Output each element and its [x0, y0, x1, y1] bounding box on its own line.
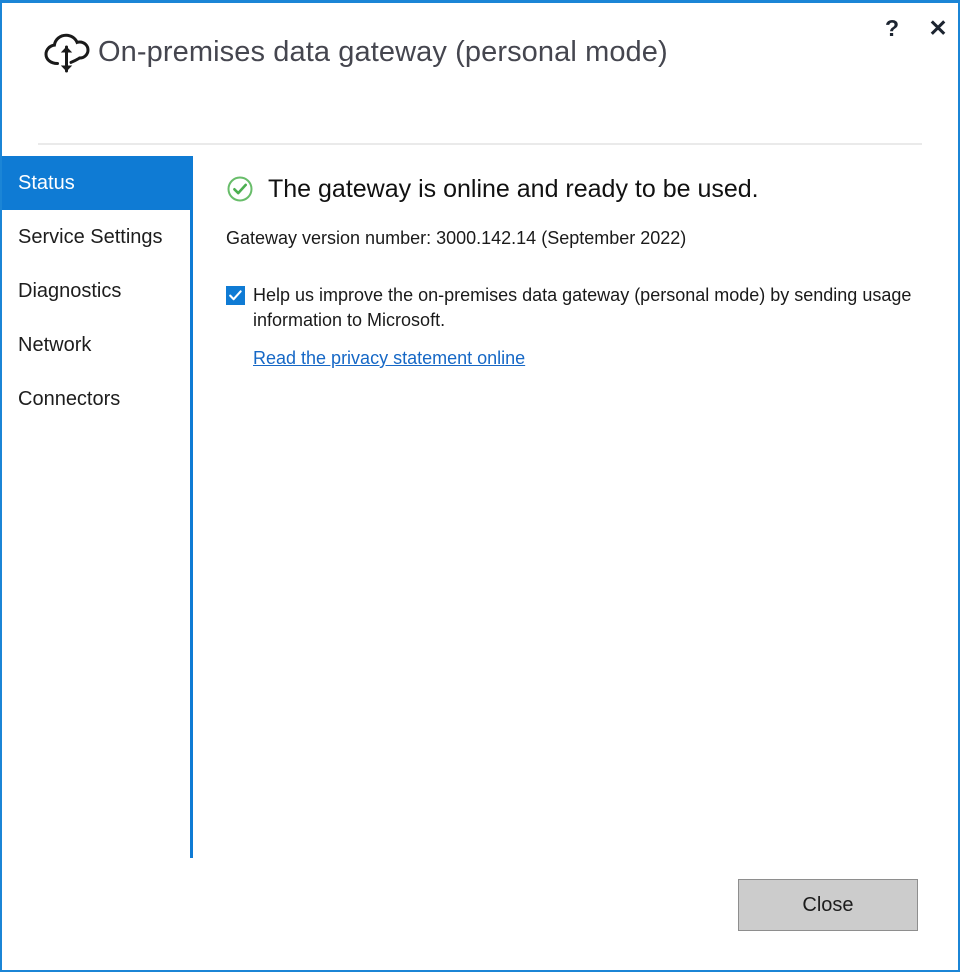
sidebar-item-label: Status [18, 172, 75, 195]
gateway-configuration-window: On-premises data gateway (personal mode)… [0, 0, 960, 972]
sidebar-item-connectors[interactable]: Connectors [2, 372, 192, 426]
sidebar-accent-rule [190, 156, 193, 858]
telemetry-consent-block: Help us improve the on-premises data gat… [226, 283, 926, 369]
close-icon[interactable]: ✕ [918, 11, 958, 45]
sidebar-nav: Status Service Settings Diagnostics Netw… [2, 156, 192, 426]
sidebar-item-service-settings[interactable]: Service Settings [2, 210, 192, 264]
sidebar-item-label: Service Settings [18, 226, 163, 249]
status-message: The gateway is online and ready to be us… [268, 175, 759, 204]
privacy-statement-link[interactable]: Read the privacy statement online [253, 348, 525, 369]
sidebar-item-label: Connectors [18, 388, 120, 411]
help-icon[interactable]: ? [872, 11, 912, 45]
telemetry-label: Help us improve the on-premises data gat… [253, 283, 933, 333]
sidebar-item-diagnostics[interactable]: Diagnostics [2, 264, 192, 318]
sidebar-item-label: Diagnostics [18, 280, 121, 303]
status-row: The gateway is online and ready to be us… [226, 169, 926, 209]
green-check-circle-icon [226, 175, 254, 203]
status-panel: The gateway is online and ready to be us… [226, 169, 926, 369]
gateway-version-text: Gateway version number: 3000.142.14 (Sep… [226, 228, 926, 249]
close-button[interactable]: Close [738, 879, 918, 931]
page-title: On-premises data gateway (personal mode) [98, 36, 668, 69]
sidebar-item-network[interactable]: Network [2, 318, 192, 372]
title-bar: On-premises data gateway (personal mode)… [2, 3, 958, 113]
telemetry-checkbox[interactable] [226, 286, 245, 305]
cloud-upload-download-icon [40, 29, 100, 81]
sidebar-item-label: Network [18, 334, 91, 357]
header-divider [38, 143, 922, 145]
sidebar-item-status[interactable]: Status [2, 156, 192, 210]
